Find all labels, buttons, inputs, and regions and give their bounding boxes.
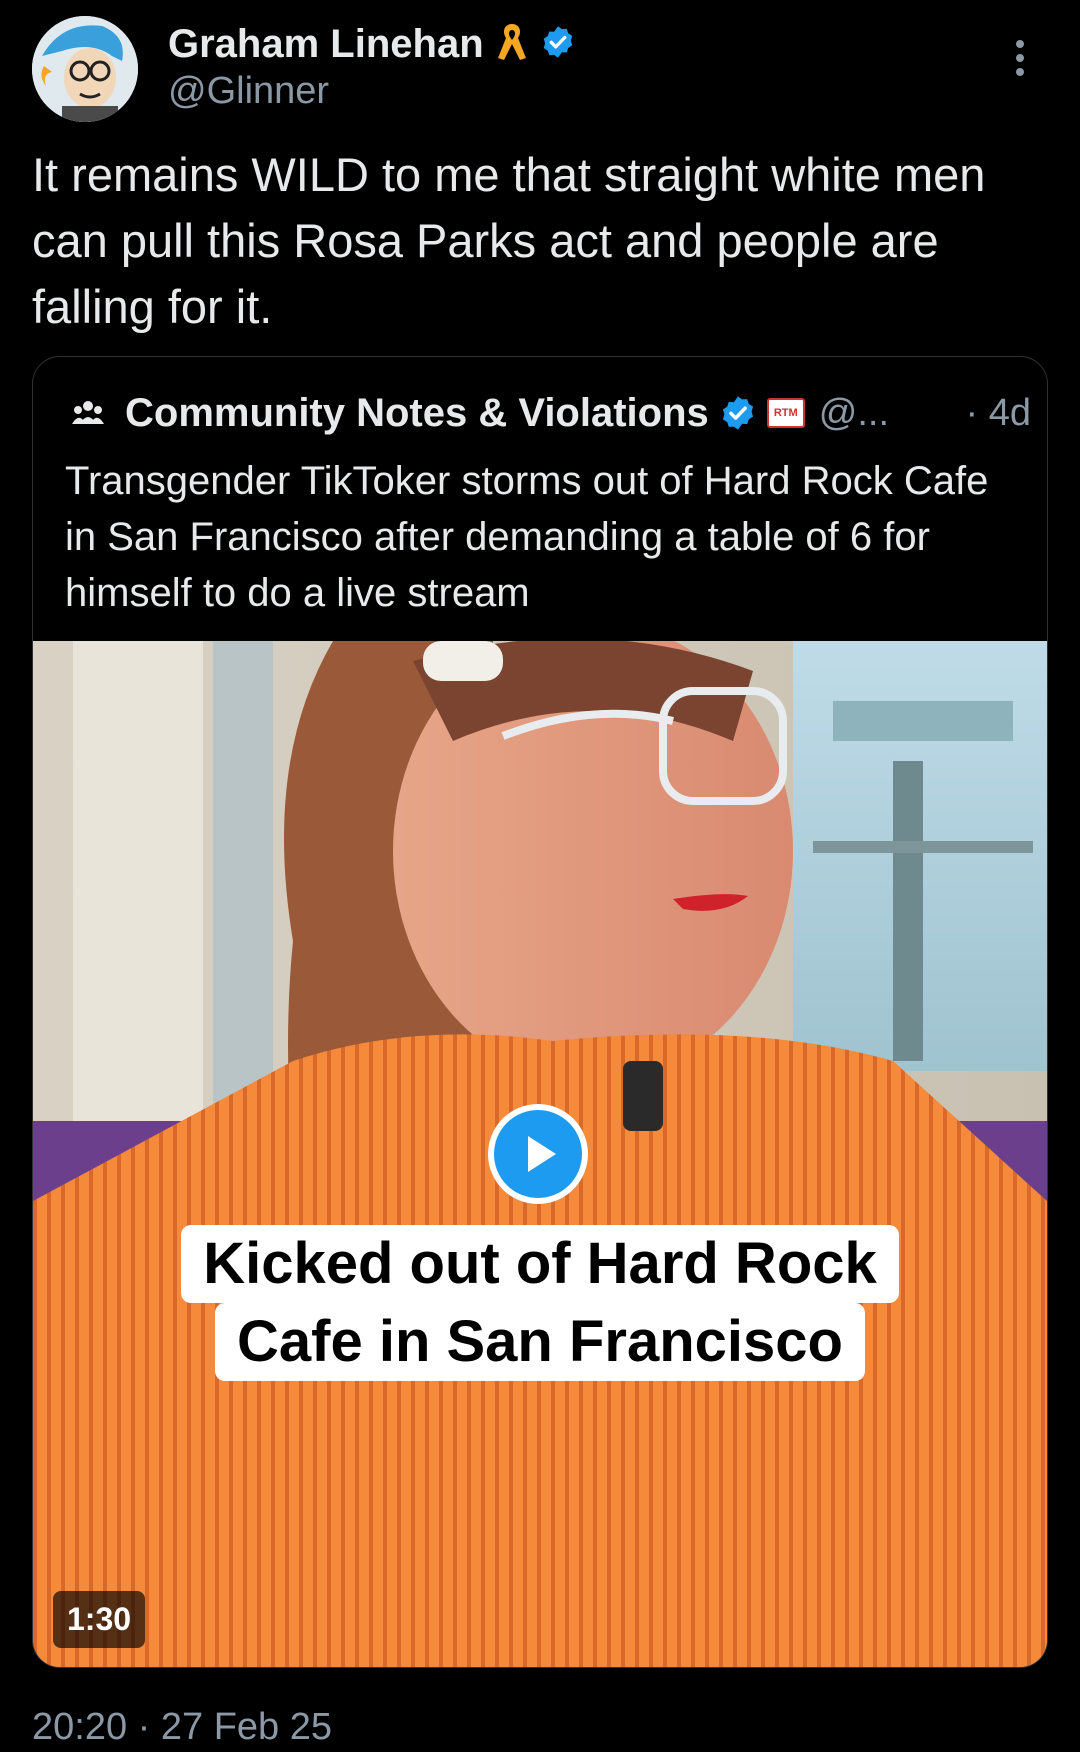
tweet-text: It remains WILD to me that straight whit…: [32, 148, 986, 333]
quoted-tweet[interactable]: Community Notes & Violations RTM @... · …: [32, 356, 1048, 1668]
verified-badge-icon: [719, 394, 757, 432]
author-avatar[interactable]: [32, 16, 138, 122]
quoted-display-name[interactable]: Community Notes & Violations: [125, 391, 709, 436]
quoted-tweet-text: Transgender TikToker storms out of Hard …: [65, 459, 989, 615]
author-handle[interactable]: @Glinner: [168, 70, 576, 113]
caption-line-2: Cafe in San Francisco: [215, 1303, 865, 1381]
video-caption: Kicked out of Hard Rock Cafe in San Fran…: [175, 1225, 905, 1381]
community-icon: [71, 396, 105, 430]
quoted-tweet-header: Community Notes & Violations RTM @... · …: [71, 387, 1031, 439]
video-duration-badge: 1:30: [53, 1591, 146, 1648]
author-block: Graham Linehan @Glinner: [168, 18, 576, 113]
author-display-name[interactable]: Graham Linehan: [168, 22, 484, 67]
affiliation-badge: RTM: [766, 398, 805, 428]
video-thumbnail[interactable]: Kicked out of Hard Rock Cafe in San Fran…: [33, 641, 1047, 1667]
quoted-age: · 4d: [965, 391, 1031, 434]
ribbon-icon: [494, 20, 530, 69]
more-vertical-icon[interactable]: [1012, 38, 1028, 78]
quoted-handle[interactable]: @...: [819, 392, 889, 435]
verified-badge-icon: [540, 24, 576, 65]
play-icon[interactable]: [488, 1104, 588, 1204]
caption-line-1: Kicked out of Hard Rock: [181, 1225, 899, 1303]
tweet-timestamp[interactable]: 20:20 · 27 Feb 25: [32, 1706, 332, 1749]
